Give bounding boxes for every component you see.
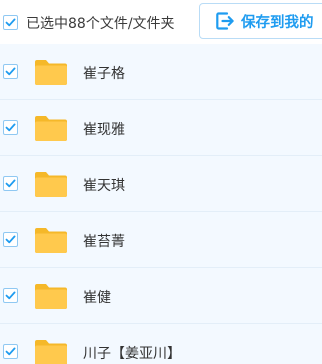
file-name: 川子【姜亚川】 — [83, 346, 181, 362]
checkmark-icon — [5, 179, 16, 188]
file-row[interactable]: 崔健 — [0, 268, 322, 324]
folder-icon — [34, 170, 68, 202]
selection-count-text: 已选中88个文件/文件夹 — [26, 16, 175, 32]
folder-icon — [34, 226, 68, 258]
selection-header: 已选中88个文件/文件夹 保存到我的 — [0, 0, 322, 44]
row-checkbox[interactable] — [3, 64, 18, 79]
file-row[interactable]: 崔现雅 — [0, 100, 322, 156]
file-name: 崔天琪 — [83, 178, 125, 194]
checkmark-icon — [5, 291, 16, 300]
row-checkbox[interactable] — [3, 344, 18, 359]
file-row[interactable]: 川子【姜亚川】 — [0, 324, 322, 364]
checkmark-icon — [5, 347, 16, 356]
checkmark-icon — [5, 123, 16, 132]
row-checkbox[interactable] — [3, 288, 18, 303]
save-export-icon — [215, 11, 235, 35]
checkmark-icon — [5, 18, 16, 27]
file-row[interactable]: 崔天琪 — [0, 156, 322, 212]
file-list: 崔子格崔现雅崔天琪崔苔菁崔健川子【姜亚川】 — [0, 44, 322, 364]
checkmark-icon — [5, 67, 16, 76]
save-to-my-drive-button[interactable]: 保存到我的 — [199, 3, 322, 39]
select-all-checkbox[interactable] — [3, 15, 18, 30]
file-name: 崔健 — [83, 290, 111, 306]
file-row[interactable]: 崔苔菁 — [0, 212, 322, 268]
row-checkbox[interactable] — [3, 232, 18, 247]
folder-icon — [34, 58, 68, 90]
row-checkbox[interactable] — [3, 120, 18, 135]
file-name: 崔子格 — [83, 66, 125, 82]
folder-icon — [34, 338, 68, 364]
checkmark-icon — [5, 235, 16, 244]
row-checkbox[interactable] — [3, 176, 18, 191]
save-button-label: 保存到我的 — [241, 15, 314, 31]
file-name: 崔现雅 — [83, 122, 125, 138]
file-selection-panel: 已选中88个文件/文件夹 保存到我的 崔子格崔现雅崔天琪崔苔菁崔健川子【姜亚川】 — [0, 0, 322, 364]
file-row[interactable]: 崔子格 — [0, 44, 322, 100]
folder-icon — [34, 282, 68, 314]
file-name: 崔苔菁 — [83, 234, 125, 250]
folder-icon — [34, 114, 68, 146]
